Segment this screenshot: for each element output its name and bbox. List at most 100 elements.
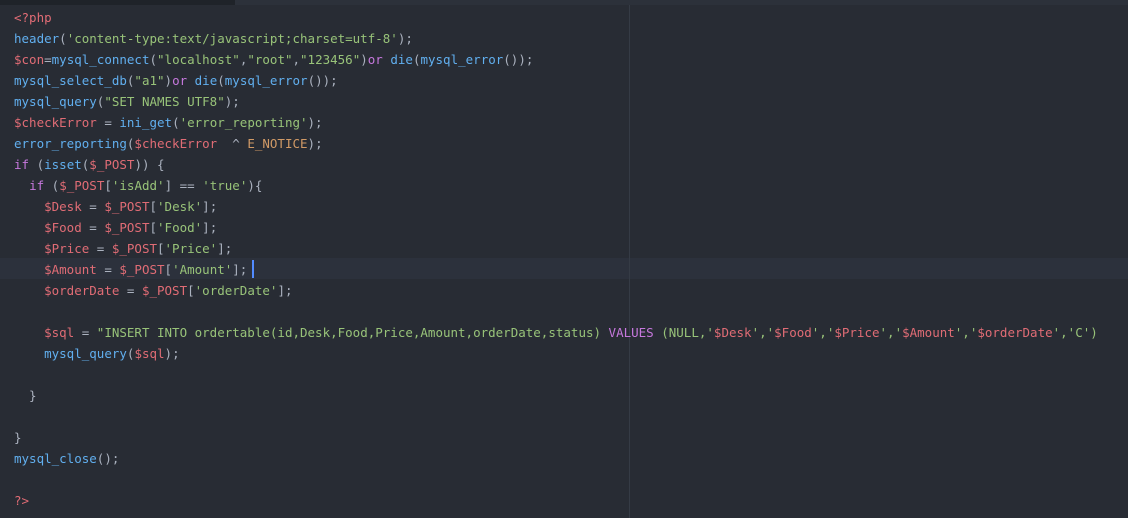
code-token: $Desk	[713, 325, 752, 340]
code-token: [	[164, 262, 173, 277]
code-line[interactable]: mysql_close();	[14, 448, 1098, 469]
code-token: 'Price'	[164, 241, 218, 256]
code-token: );	[224, 94, 240, 109]
code-token: 'Food'	[157, 220, 203, 235]
editor-top-border	[235, 0, 1128, 5]
code-token: if	[14, 157, 30, 172]
code-token: mysql_error	[224, 73, 308, 88]
code-token: "localhost"	[157, 52, 240, 67]
code-line[interactable]: header('content-type:text/javascript;cha…	[14, 28, 1098, 49]
code-token: $_POST	[119, 262, 165, 277]
code-line[interactable]	[14, 469, 1098, 490]
code-line[interactable]: $sql = "INSERT INTO ordertable(id,Desk,F…	[14, 322, 1098, 343]
code-token: VALUES	[608, 325, 654, 340]
code-token: 'error_reporting'	[179, 115, 308, 130]
code-token: $con	[14, 52, 45, 67]
code-token: ];	[232, 262, 248, 277]
code-token: );	[307, 136, 323, 151]
code-token: ];	[202, 199, 218, 214]
code-line[interactable]	[14, 406, 1098, 427]
editor-tab-strip	[0, 0, 235, 5]
code-token: ){	[247, 178, 263, 193]
code-token: ini_get	[119, 115, 173, 130]
code-token: (	[59, 31, 67, 46]
code-token: )) {	[134, 157, 165, 172]
code-token: );	[307, 115, 323, 130]
code-token: E_NOTICE	[247, 136, 308, 151]
code-line[interactable]: mysql_query($sql);	[14, 343, 1098, 364]
code-token: ','	[879, 325, 903, 340]
code-line[interactable]: $orderDate = $_POST['orderDate'];	[14, 280, 1098, 301]
code-token: $_POST	[89, 157, 135, 172]
code-token: )	[164, 73, 173, 88]
code-line[interactable]: <?php	[14, 7, 1098, 28]
code-token: }	[14, 430, 22, 445]
code-token: ];	[217, 241, 233, 256]
code-token: ,	[292, 52, 301, 67]
code-token: ];	[202, 220, 218, 235]
code-line[interactable]: if (isset($_POST)) {	[14, 154, 1098, 175]
code-token: =	[89, 241, 112, 256]
code-token: [	[157, 241, 165, 256]
code-token: ];	[277, 283, 293, 298]
code-token: mysql_close	[14, 451, 97, 466]
code-token: ());	[503, 52, 534, 67]
code-line[interactable]: }	[14, 385, 1098, 406]
code-token: $Price	[44, 241, 90, 256]
code-token: $Food	[774, 325, 812, 340]
code-line[interactable]: $Price = $_POST['Price'];	[14, 238, 1098, 259]
code-token: ','	[751, 325, 775, 340]
code-token: $Food	[44, 220, 82, 235]
code-line[interactable]: mysql_select_db("a1")or die(mysql_error(…	[14, 70, 1098, 91]
code-token: ();	[96, 451, 120, 466]
code-line[interactable]: $con=mysql_connect("localhost","root","1…	[14, 49, 1098, 70]
code-token: if	[29, 178, 45, 193]
code-line[interactable]: $Desk = $_POST['Desk'];	[14, 196, 1098, 217]
code-line[interactable]: if ($_POST['isAdd'] == 'true'){	[14, 175, 1098, 196]
code-token: =	[81, 199, 105, 214]
code-token: ','C')	[1052, 325, 1098, 340]
code-line[interactable]: ?>	[14, 490, 1098, 511]
code-token: $_POST	[111, 241, 157, 256]
code-token: (	[172, 115, 180, 130]
code-token: $checkError	[14, 115, 97, 130]
code-token: 'Amount'	[172, 262, 233, 277]
code-line[interactable]: error_reporting($checkError ^ E_NOTICE);	[14, 133, 1098, 154]
code-token: isset	[44, 157, 82, 172]
code-token: "SET NAMES UTF8"	[104, 94, 225, 109]
code-token: =	[44, 52, 52, 67]
code-token: "123456"	[300, 52, 361, 67]
code-token: ] ==	[164, 178, 203, 193]
code-line[interactable]	[14, 364, 1098, 385]
code-token: ^	[217, 136, 248, 151]
code-editor[interactable]: <?php header('content-type:text/javascrip…	[0, 0, 1128, 518]
code-token: ?>	[14, 493, 30, 508]
code-token: (NULL,'	[653, 325, 714, 340]
code-token: ','	[811, 325, 835, 340]
code-token: $Amount	[44, 262, 97, 277]
code-token: )	[360, 52, 368, 67]
code-line[interactable]: }	[14, 427, 1098, 448]
code-token: [	[149, 220, 158, 235]
code-line[interactable]: $checkError = ini_get('error_reporting')…	[14, 112, 1098, 133]
code-token: $Price	[834, 325, 880, 340]
code-token: =	[74, 325, 97, 340]
code-line[interactable]: mysql_query("SET NAMES UTF8");	[14, 91, 1098, 112]
code-token: 'orderDate'	[194, 283, 278, 298]
code-token: mysql_connect	[51, 52, 150, 67]
code-line[interactable]	[14, 301, 1098, 322]
code-line[interactable]: $Amount = $_POST['Amount'];	[14, 259, 1098, 280]
code-token: $orderDate	[977, 325, 1053, 340]
code-token: mysql_error	[420, 52, 504, 67]
code-token: );	[164, 346, 180, 361]
code-token: (	[217, 73, 225, 88]
code-line[interactable]: $Food = $_POST['Food'];	[14, 217, 1098, 238]
code-token: }	[14, 388, 37, 403]
